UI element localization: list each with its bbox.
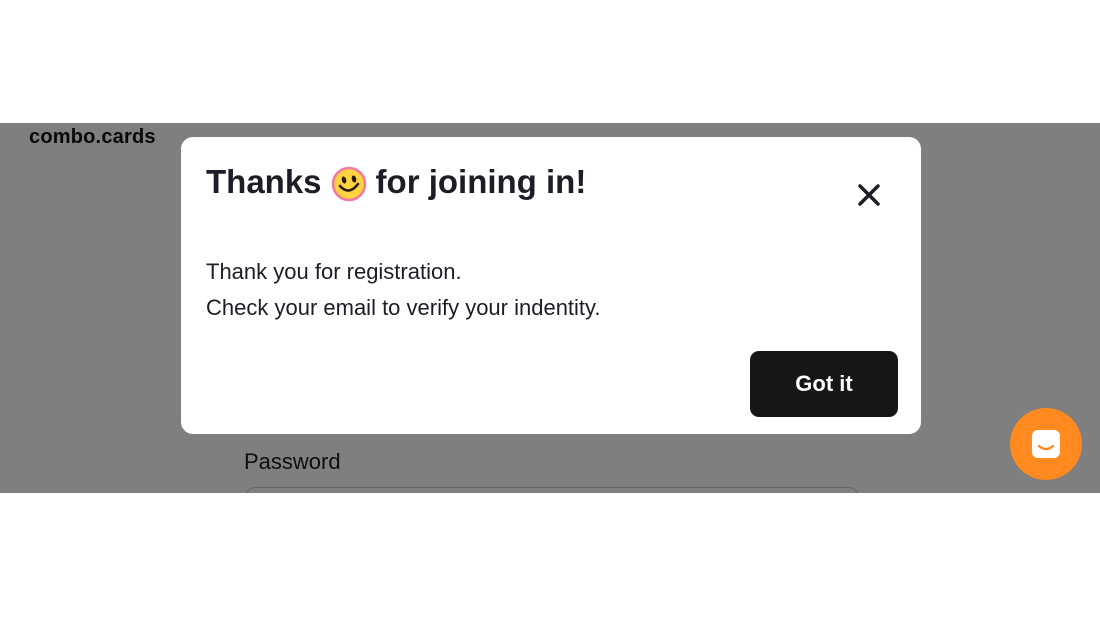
close-button[interactable] [855,181,883,209]
close-icon [858,184,880,206]
dialog-message-line1: Thank you for registration. [206,259,462,284]
dialog-title: Thanks for joining in! [206,163,587,202]
dialog-title-end: for joining in! [375,163,587,200]
chat-icon [1032,430,1060,458]
smiley-face-icon [331,166,367,202]
dialog-message: Thank you for registration. Check your e… [206,254,601,326]
chat-launcher-button[interactable] [1010,408,1082,480]
dialog-title-start: Thanks [206,163,322,200]
app-viewport: combo.cards Password Thanks for joining … [0,123,1100,493]
registration-success-dialog: Thanks for joining in! Thank you for reg… [181,137,921,434]
got-it-button[interactable]: Got it [750,351,898,417]
dialog-message-line2: Check your email to verify your indentit… [206,295,601,320]
